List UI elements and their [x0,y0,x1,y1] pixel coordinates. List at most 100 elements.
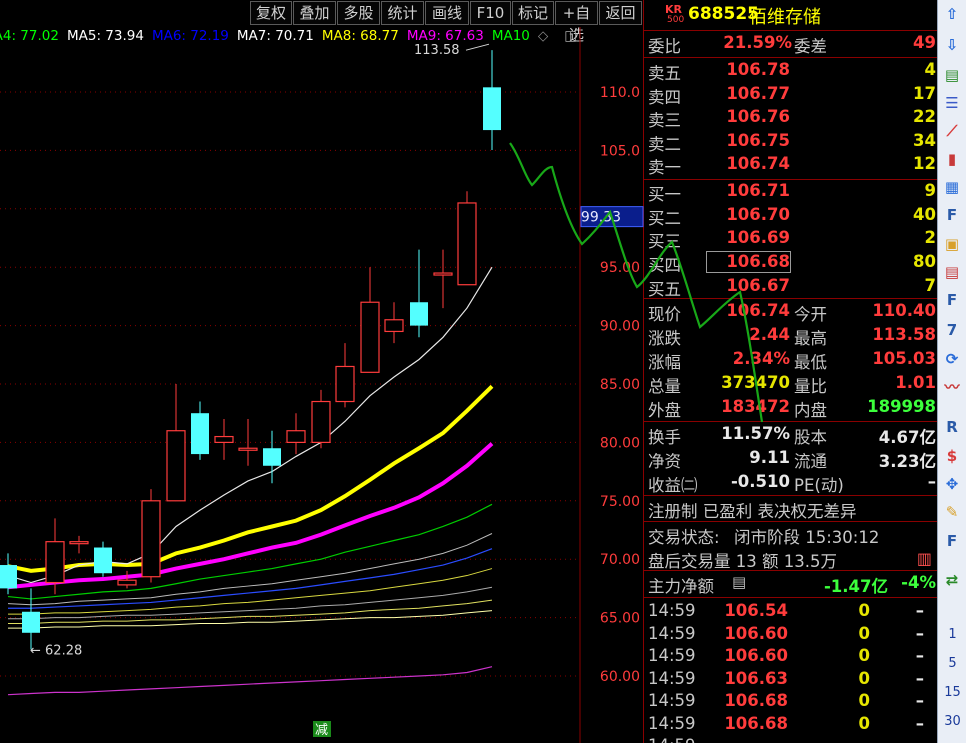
after-hours-chart-icon[interactable]: ▥ [917,549,932,568]
toolbar-button-4[interactable]: 画线 [425,1,469,25]
price-tick-label: 110.0 [600,85,640,101]
candle-body-up [166,430,186,502]
fund-label: 股本 [794,428,827,447]
ask-label: 卖三 [648,111,681,130]
stat-label: 今开 [794,305,827,324]
toolbar-button-5[interactable]: F10 [470,1,511,25]
stat-value: 189998 [867,397,936,416]
candle-body-down [263,448,281,466]
ask-volume: 34 [913,130,936,150]
after-hours-row: 盘后交易量 13 额 13.5万 ▥ [644,548,938,571]
bid-row-4: 买四 106.68 80 [644,251,938,275]
toolbar-button-0[interactable]: 复权 [250,1,292,25]
move-icon[interactable]: ✥ [942,474,962,494]
candle-body-up [335,365,355,403]
arrow-down-icon[interactable]: ⇩ [942,35,962,55]
panel-divider [644,521,938,522]
candle-body-up [360,301,380,373]
signal-marker-label: 减 [315,723,328,738]
fund-value: – [927,472,936,491]
f12-icon[interactable]: F [942,290,962,310]
book-icon[interactable]: ▤ [942,262,962,282]
grid-icon[interactable]: ▦ [942,177,962,197]
rsi-icon[interactable]: R [942,417,962,437]
main-flow-icon[interactable]: ▤ [732,573,746,591]
fundamental-row-2: 收益㈡ -0.510 PE(动) – [644,472,938,495]
candle-body-down [94,547,112,574]
stat-value: 183472 [721,397,790,416]
swap-icon[interactable]: ⇄ [942,570,962,590]
low-price-marker: ← 62.28 [30,643,82,658]
kline-chart[interactable]: 110.0 105.0 99.33 95.00 90.00 85.00 80.00 75.00… [0,27,764,743]
candle-body-up [45,541,65,584]
f5-icon[interactable]: F [942,531,962,551]
price-tick-label: 85.00 [600,377,640,393]
candle-body-down [410,302,428,326]
ask-label: 卖一 [648,158,681,177]
price-tick-label: 75.00 [600,494,640,510]
stat-label: 涨跌 [648,329,681,348]
pen-icon[interactable]: ✎ [942,502,962,522]
period-button-5[interactable]: 5 [938,656,966,671]
candle-body-up [457,202,477,286]
ask-row-2: 卖二 106.75 34 [644,131,938,154]
money-icon[interactable]: $ [942,446,962,466]
bid-label: 买五 [648,279,681,299]
list-icon[interactable]: ☰ [942,93,962,113]
toolbar-button-8[interactable]: 返回 [599,1,642,25]
bid-label: 买一 [648,185,681,204]
tick-volume: 0 [858,691,870,711]
tick-time: 14:59 [648,736,696,743]
toolbar-button-1[interactable]: 叠加 [293,1,336,25]
bid-price: 106.70 [726,204,790,224]
bid-row-1: 买一 106.71 9 [644,181,938,204]
tick-time: 14:59 [648,691,696,711]
report-icon[interactable]: ▤ [942,65,962,85]
stat-label: 内盘 [794,401,827,420]
tick-row: 14:59 106.60 0 – [644,624,938,647]
f7-icon[interactable]: 7 [942,320,962,340]
toolbar-button-7[interactable]: +自选 [555,1,598,44]
stat-label: 总量 [648,377,681,396]
candlestick-icon[interactable]: ▮ [942,149,962,169]
fund-value: -0.510 [730,472,790,491]
tick-price: 106.60 [724,646,788,666]
f10-icon[interactable]: F [942,205,962,225]
tick-time: 14:59 [648,714,696,733]
stat-value: 1.01 [895,373,936,392]
arrow-up-icon[interactable]: ⇧ [942,4,962,24]
stat-label: 最高 [794,329,827,348]
candle-body-down [22,611,40,633]
tick-direction: – [915,714,924,733]
main-flow-pct: -4% [901,573,936,592]
period-button-30[interactable]: 30 [938,714,966,729]
trade-status-value: 闭市阶段 15:30:12 [734,528,880,547]
bid-label: 买二 [648,208,681,228]
high-price-marker: 113.58 [414,43,460,58]
wave-icon[interactable]: 〰 [942,377,962,397]
toolbar-button-6[interactable]: 标记 [512,1,554,25]
fund-label: PE(动) [794,476,844,495]
main-flow-value: -1.47亿 [823,577,888,596]
trade-status-label: 交易状态: [648,528,720,547]
ask-price: 106.76 [726,107,790,126]
panel-divider [644,495,938,496]
toolbar-button-2[interactable]: 多股 [337,1,380,25]
refresh-icon[interactable]: ⟳ [942,349,962,369]
bid-price: 106.71 [726,181,790,200]
period-button-15[interactable]: 15 [938,685,966,700]
tick-row-partial: 14:59 [644,736,938,743]
ask-volume: 12 [913,154,936,173]
chart-toolbar: 复权 叠加 多股 统计 画线 F10 标记 +自选 返回 [0,0,643,44]
fund-value: 11.57% [721,424,790,443]
toolbar-button-3[interactable]: 统计 [381,1,424,25]
bid-volume: 80 [913,252,936,272]
period-button-1[interactable]: 1 [938,627,966,642]
tick-price: 106.54 [724,601,788,620]
news-icon[interactable]: ▣ [942,234,962,254]
line-chart-icon[interactable]: ⟋ [942,121,962,141]
stat-row-3: 总量 373470 量比 1.01 [644,373,938,396]
stat-label: 量比 [794,377,827,396]
tick-time: 14:59 [648,601,696,620]
fund-value: 3.23亿 [878,452,936,471]
